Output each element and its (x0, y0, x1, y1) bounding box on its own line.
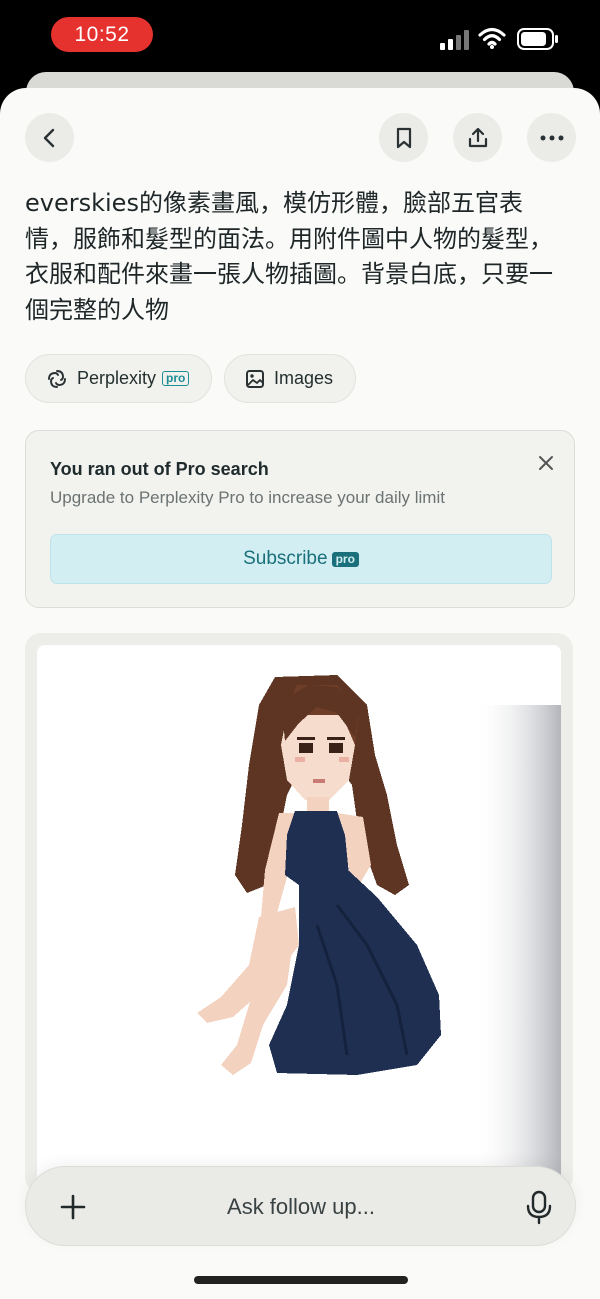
followup-input[interactable] (146, 1189, 456, 1225)
chip-perplexity-pro[interactable]: Perplexity pro (25, 354, 212, 403)
followup-bar (25, 1166, 576, 1246)
wifi-icon (478, 27, 506, 49)
share-button[interactable] (453, 113, 502, 162)
image-icon (246, 369, 264, 388)
chip-perplexity-label: Perplexity (77, 368, 157, 388)
subscribe-pro-badge: pro (331, 551, 359, 567)
bookmark-icon (396, 127, 411, 148)
status-bar: 10:52 (0, 0, 600, 70)
chip-images-label: Images (274, 368, 334, 388)
plus-icon[interactable] (58, 1192, 88, 1222)
bookmark-button[interactable] (379, 113, 428, 162)
microphone-icon[interactable] (522, 1189, 556, 1225)
home-indicator (194, 1276, 408, 1284)
subscribe-label: Subscribe (243, 548, 328, 569)
close-icon[interactable] (534, 451, 558, 475)
pro-badge: pro (162, 371, 190, 386)
more-horizontal-icon (540, 135, 563, 140)
chevron-left-icon (43, 128, 54, 147)
question-text: everskies的像素畫風，模仿形體，臉部五官表情，服飾和髮型的面法。用附件圖… (25, 189, 553, 324)
generated-image[interactable] (37, 645, 561, 1193)
pro-limit-banner: You ran out of Pro search Upgrade to Per… (25, 430, 575, 608)
generated-image-card[interactable] (25, 633, 573, 1193)
battery-icon (517, 28, 558, 50)
back-button[interactable] (25, 113, 74, 162)
perplexity-logo-icon (48, 369, 66, 388)
banner-subtitle: Upgrade to Perplexity Pro to increase yo… (50, 488, 445, 507)
cellular-signal-icon (440, 30, 469, 50)
thread-sheet: everskies的像素畫風，模仿形體，臉部五官表情，服飾和髮型的面法。用附件圖… (0, 88, 600, 1299)
more-options-button[interactable] (527, 113, 576, 162)
status-time: 10:52 (51, 17, 153, 52)
pixel-art-character-image (37, 645, 561, 1193)
banner-title: You ran out of Pro search (50, 459, 269, 479)
chip-images[interactable]: Images (224, 354, 356, 403)
share-icon (468, 127, 487, 147)
subscribe-button[interactable]: Subscribe pro (50, 534, 552, 584)
